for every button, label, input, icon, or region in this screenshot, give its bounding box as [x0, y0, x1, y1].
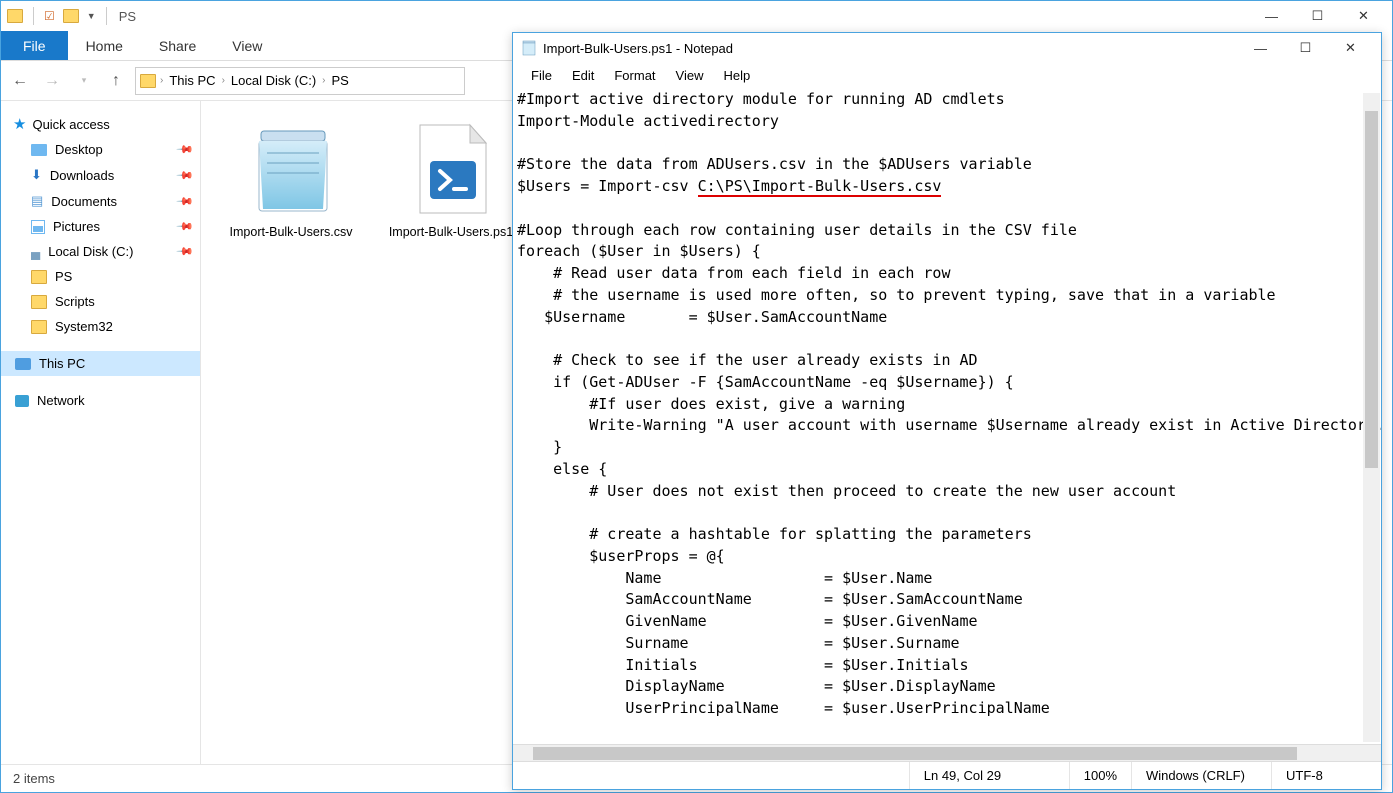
download-icon: ⬇: [31, 167, 42, 183]
pin-icon: 📌: [176, 140, 195, 159]
desktop-icon: [31, 144, 47, 156]
nav-label: This PC: [39, 356, 85, 371]
file-item-csv[interactable]: Import-Bulk-Users.csv: [221, 119, 361, 239]
folder-icon: [31, 295, 47, 309]
breadcrumb-item[interactable]: Local Disk (C:): [229, 73, 318, 88]
nav-label: System32: [55, 319, 113, 334]
chevron-right-icon[interactable]: ›: [222, 75, 225, 86]
document-icon: ▤: [31, 193, 43, 209]
tab-home[interactable]: Home: [68, 31, 141, 60]
folder-icon: [140, 74, 156, 88]
nav-item-pictures[interactable]: Pictures 📌: [1, 214, 200, 239]
disk-icon: ▄: [31, 244, 40, 259]
menu-view[interactable]: View: [668, 66, 712, 85]
pin-icon: 📌: [176, 166, 195, 185]
menu-format[interactable]: Format: [606, 66, 663, 85]
editor-textarea[interactable]: #Import active directory module for runn…: [513, 87, 1381, 744]
maximize-button[interactable]: ☐: [1283, 34, 1328, 62]
maximize-button[interactable]: ☐: [1295, 2, 1340, 30]
folder-icon: [31, 320, 47, 334]
tab-view[interactable]: View: [214, 31, 280, 60]
notepad-window: Import-Bulk-Users.ps1 - Notepad — ☐ ✕ Fi…: [512, 32, 1382, 790]
menu-help[interactable]: Help: [715, 66, 758, 85]
qat-separator: [33, 7, 34, 25]
status-eol: Windows (CRLF): [1131, 762, 1271, 789]
star-icon: ★: [13, 115, 26, 133]
window-title: PS: [119, 9, 136, 24]
status-encoding: UTF-8: [1271, 762, 1381, 789]
nav-label: Local Disk (C:): [48, 244, 133, 259]
highlighted-path: C:\PS\Import-Bulk-Users.csv: [698, 177, 942, 197]
up-button[interactable]: ↑: [103, 68, 129, 94]
breadcrumb-item[interactable]: This PC: [167, 73, 217, 88]
file-label: Import-Bulk-Users.ps1: [381, 225, 521, 239]
nav-label: Pictures: [53, 219, 100, 234]
qat-separator: [106, 7, 107, 25]
nav-label: Documents: [51, 194, 117, 209]
tab-file[interactable]: File: [1, 31, 68, 60]
new-folder-icon[interactable]: [63, 9, 79, 23]
nav-label: Scripts: [55, 294, 95, 309]
computer-icon: [15, 358, 31, 370]
properties-icon[interactable]: ☑: [44, 9, 55, 23]
notepad-title: Import-Bulk-Users.ps1 - Notepad: [543, 41, 733, 56]
pin-icon: 📌: [176, 217, 195, 236]
qat-dropdown-icon[interactable]: ▼: [87, 11, 96, 21]
notepad-window-controls: — ☐ ✕: [1238, 34, 1373, 62]
file-item-ps1[interactable]: Import-Bulk-Users.ps1: [381, 119, 521, 239]
notepad-file-icon: [221, 119, 361, 219]
notepad-icon: [521, 40, 537, 56]
window-controls: — ☐ ✕: [1249, 2, 1386, 30]
network-icon: [15, 395, 29, 407]
folder-icon: [7, 9, 23, 23]
minimize-button[interactable]: —: [1249, 2, 1294, 30]
status-zoom: 100%: [1069, 762, 1131, 789]
horizontal-scrollbar[interactable]: [513, 744, 1381, 761]
chevron-right-icon[interactable]: ›: [322, 75, 325, 86]
notepad-statusbar: Ln 49, Col 29 100% Windows (CRLF) UTF-8: [513, 761, 1381, 789]
quick-access-header[interactable]: ★ Quick access: [1, 111, 200, 137]
navigation-pane: ★ Quick access Desktop 📌 ⬇ Downloads 📌 ▤ Doc…: [1, 101, 201, 764]
pictures-icon: [31, 220, 45, 234]
close-button[interactable]: ✕: [1328, 34, 1373, 62]
minimize-button[interactable]: —: [1238, 34, 1283, 62]
quick-access-label: Quick access: [32, 117, 109, 132]
explorer-titlebar[interactable]: ☑ ▼ PS — ☐ ✕: [1, 1, 1392, 31]
nav-item-desktop[interactable]: Desktop 📌: [1, 137, 200, 162]
nav-label: Network: [37, 393, 85, 408]
status-item-count: 2 items: [13, 771, 55, 786]
recent-dropdown-icon[interactable]: ▾: [71, 68, 97, 94]
pin-icon: 📌: [176, 192, 195, 211]
menu-file[interactable]: File: [523, 66, 560, 85]
back-button[interactable]: ←: [7, 68, 33, 94]
nav-label: Desktop: [55, 142, 103, 157]
nav-item-downloads[interactable]: ⬇ Downloads 📌: [1, 162, 200, 188]
quick-access-toolbar: ☑ ▼: [7, 7, 109, 25]
tab-share[interactable]: Share: [141, 31, 214, 60]
nav-item-local-disk[interactable]: ▄ Local Disk (C:) 📌: [1, 239, 200, 264]
code-text: #Loop through each row containing user d…: [517, 221, 1381, 718]
notepad-titlebar[interactable]: Import-Bulk-Users.ps1 - Notepad — ☐ ✕: [513, 33, 1381, 63]
breadcrumb[interactable]: › This PC › Local Disk (C:) › PS: [135, 67, 465, 95]
chevron-right-icon[interactable]: ›: [160, 75, 163, 86]
nav-item-ps[interactable]: PS: [1, 264, 200, 289]
breadcrumb-item[interactable]: PS: [330, 73, 351, 88]
nav-label: Downloads: [50, 168, 114, 183]
nav-item-documents[interactable]: ▤ Documents 📌: [1, 188, 200, 214]
folder-icon: [31, 270, 47, 284]
file-label: Import-Bulk-Users.csv: [221, 225, 361, 239]
nav-item-system32[interactable]: System32: [1, 314, 200, 339]
nav-item-scripts[interactable]: Scripts: [1, 289, 200, 314]
powershell-file-icon: [381, 119, 521, 219]
nav-item-this-pc[interactable]: This PC: [1, 351, 200, 376]
close-button[interactable]: ✕: [1341, 2, 1386, 30]
forward-button[interactable]: →: [39, 68, 65, 94]
notepad-menu: File Edit Format View Help: [513, 63, 1381, 87]
nav-item-network[interactable]: Network: [1, 388, 200, 413]
status-cursor-pos: Ln 49, Col 29: [909, 762, 1069, 789]
nav-label: PS: [55, 269, 72, 284]
menu-edit[interactable]: Edit: [564, 66, 602, 85]
vertical-scrollbar[interactable]: [1363, 93, 1380, 742]
pin-icon: 📌: [176, 242, 195, 261]
